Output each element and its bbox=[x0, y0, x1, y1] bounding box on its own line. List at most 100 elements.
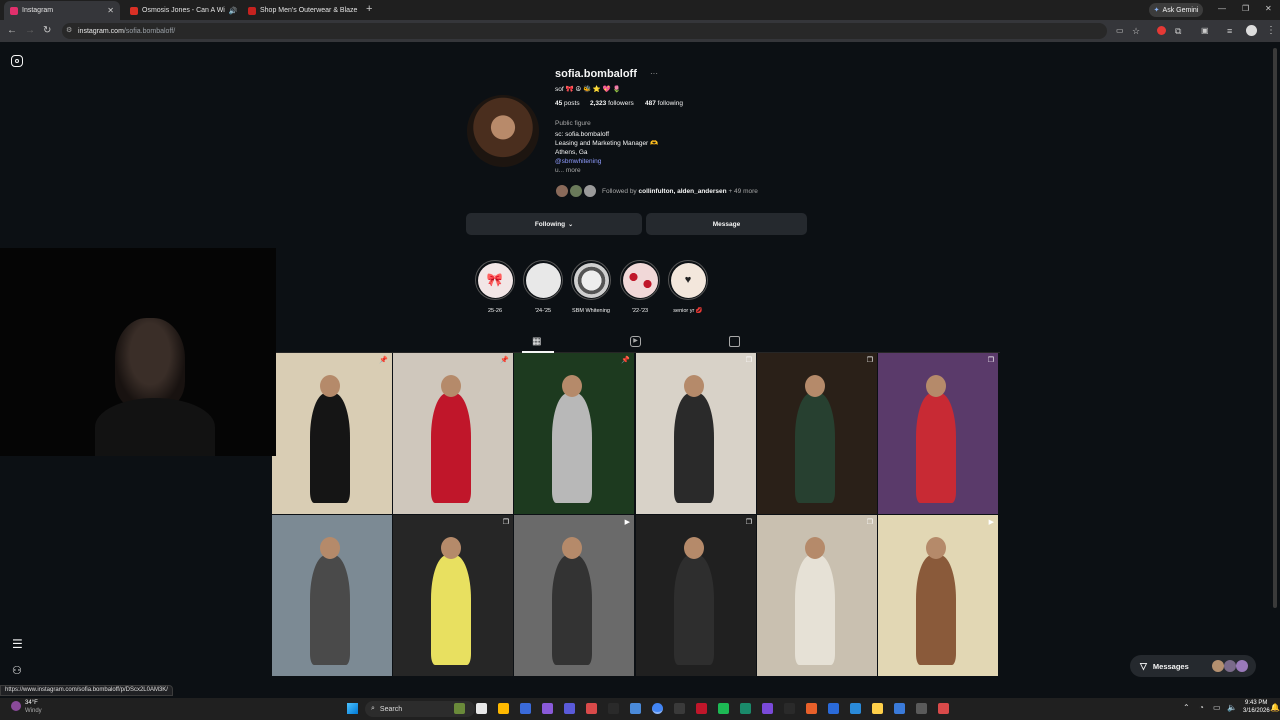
sidebar-icon[interactable]: ▣ bbox=[1201, 25, 1209, 37]
chrome-icon[interactable] bbox=[652, 703, 663, 714]
clock-date[interactable]: 3/16/2026 bbox=[1243, 708, 1270, 714]
post-thumbnail[interactable]: ❐ bbox=[393, 515, 513, 676]
app-icon[interactable] bbox=[564, 703, 575, 714]
site-info-icon[interactable]: ⚙ bbox=[66, 26, 72, 34]
app-icon[interactable] bbox=[696, 703, 707, 714]
app-icon[interactable] bbox=[740, 703, 751, 714]
followed-by-text[interactable]: Followed by collinfulton, alden_andersen… bbox=[602, 187, 758, 196]
close-window-icon[interactable]: ✕ bbox=[1265, 4, 1272, 13]
page-scrollbar[interactable] bbox=[1273, 48, 1277, 608]
post-thumbnail[interactable]: ❐ bbox=[636, 515, 756, 676]
post-thumbnail[interactable]: ❐ bbox=[636, 353, 756, 514]
display-icon[interactable]: ▭ bbox=[1213, 703, 1221, 712]
following-button[interactable]: Following ⌄ bbox=[466, 213, 642, 235]
hamburger-menu-icon[interactable]: ☰ bbox=[12, 637, 23, 651]
forward-arrow-icon[interactable]: → bbox=[25, 25, 35, 37]
app-icon[interactable] bbox=[916, 703, 927, 714]
profile-avatar-icon[interactable] bbox=[1246, 25, 1257, 36]
volume-icon[interactable]: 🔈 bbox=[1227, 703, 1237, 712]
weather-desc[interactable]: Windy bbox=[25, 708, 42, 714]
app-icon[interactable] bbox=[520, 703, 531, 714]
bio-more[interactable]: u... more bbox=[555, 166, 581, 175]
media-control-icon[interactable]: ≡ bbox=[1227, 25, 1232, 37]
bookmark-star-icon[interactable]: ☆ bbox=[1132, 25, 1140, 37]
chevron-up-icon[interactable]: ⌃ bbox=[1183, 703, 1190, 712]
extension-icon[interactable] bbox=[1157, 26, 1166, 35]
ask-gemini-button[interactable]: ✦ Ask Gemini bbox=[1149, 3, 1203, 17]
cast-icon[interactable]: ▭ bbox=[1116, 25, 1124, 37]
tagged-tab-icon[interactable] bbox=[729, 336, 740, 347]
post-thumbnail[interactable]: 📌 bbox=[514, 353, 634, 514]
app-icon[interactable] bbox=[894, 703, 905, 714]
new-tab-button[interactable]: + bbox=[366, 3, 372, 15]
app-icon[interactable] bbox=[630, 703, 641, 714]
file-explorer-icon[interactable] bbox=[476, 703, 487, 714]
weather-temp[interactable]: 34°F bbox=[25, 700, 38, 706]
windows-start-icon[interactable] bbox=[347, 703, 358, 714]
teams-icon[interactable] bbox=[542, 703, 553, 714]
story-highlight[interactable]: '24-'25 bbox=[523, 260, 563, 314]
following-stat[interactable]: 487 following bbox=[645, 100, 683, 107]
app-icon[interactable] bbox=[806, 703, 817, 714]
meta-apps-icon[interactable]: ⚇ bbox=[12, 664, 22, 677]
messages-button[interactable]: ▽ Messages bbox=[1130, 655, 1256, 677]
story-highlight[interactable]: '22-'23 bbox=[620, 260, 660, 314]
story-highlight[interactable]: ♥ senior yr 💋 bbox=[668, 260, 708, 314]
back-arrow-icon[interactable]: ← bbox=[7, 25, 17, 37]
more-link[interactable]: more bbox=[566, 167, 581, 174]
instagram-logo-icon[interactable] bbox=[11, 55, 23, 67]
post-subject-head bbox=[684, 537, 704, 559]
post-thumbnail[interactable]: ❐ bbox=[757, 515, 877, 676]
profile-category: Public figure bbox=[555, 120, 591, 127]
speaker-icon[interactable]: 🔊 bbox=[229, 7, 238, 15]
clock-time[interactable]: 9:43 PM bbox=[1245, 700, 1267, 706]
notifications-icon[interactable]: 🔔 bbox=[1270, 703, 1280, 712]
close-tab-icon[interactable]: ✕ bbox=[107, 6, 114, 15]
mutual-follower-avatars[interactable] bbox=[555, 184, 599, 198]
story-highlight[interactable]: SBM Whitening bbox=[571, 260, 611, 314]
followed-by-prefix: Followed by bbox=[602, 188, 637, 195]
tab-shop[interactable]: Shop Men's Outerwear & Blaze ✕ bbox=[242, 1, 360, 20]
twitch-icon[interactable] bbox=[762, 703, 773, 714]
ask-gemini-label: Ask Gemini bbox=[1162, 6, 1199, 14]
highlight-label: senior yr 💋 bbox=[673, 308, 703, 314]
address-bar[interactable]: ⚙ instagram.com/sofia.bombaloff/ bbox=[62, 23, 1107, 39]
app-icon[interactable] bbox=[674, 703, 685, 714]
extensions-puzzle-icon[interactable]: ⧉ bbox=[1175, 25, 1181, 37]
post-thumbnail[interactable]: ▶ bbox=[878, 515, 998, 676]
post-subject bbox=[552, 393, 592, 503]
post-thumbnail[interactable] bbox=[272, 515, 392, 676]
app-icon[interactable] bbox=[850, 703, 861, 714]
story-highlight[interactable]: 🎀 25-26 bbox=[475, 260, 515, 314]
app-icon[interactable] bbox=[828, 703, 839, 714]
reels-tab-icon[interactable]: ▶ bbox=[630, 336, 641, 347]
posts-grid-tab-icon[interactable]: ▦ bbox=[532, 336, 541, 347]
post-thumbnail[interactable]: 📌 bbox=[272, 353, 392, 514]
followers-stat[interactable]: 2,323 followers bbox=[590, 100, 634, 107]
send-icon: ▽ bbox=[1140, 660, 1147, 671]
reload-icon[interactable]: ↻ bbox=[43, 25, 51, 37]
tab-instagram[interactable]: Instagram ✕ bbox=[4, 1, 120, 20]
minimize-window-icon[interactable]: — bbox=[1218, 4, 1226, 13]
more-options-icon[interactable]: ··· bbox=[650, 69, 658, 78]
maximize-window-icon[interactable]: ❐ bbox=[1242, 4, 1249, 13]
app-icon[interactable] bbox=[454, 703, 465, 714]
app-icon[interactable] bbox=[784, 703, 795, 714]
chrome-menu-icon[interactable]: ⋮ bbox=[1266, 25, 1276, 37]
tray-icon[interactable]: ◔ bbox=[1199, 703, 1204, 712]
weather-icon[interactable] bbox=[11, 701, 21, 711]
post-thumbnail[interactable]: ❐ bbox=[878, 353, 998, 514]
steam-icon[interactable] bbox=[608, 703, 619, 714]
profile-avatar[interactable] bbox=[467, 95, 539, 167]
app-icon[interactable] bbox=[938, 703, 949, 714]
tab-youtube[interactable]: Osmosis Jones - Can A Wi 🔊 ✕ bbox=[124, 1, 238, 20]
post-thumbnail[interactable]: 📌 bbox=[393, 353, 513, 514]
bio-link[interactable]: @sbmwhitening bbox=[555, 157, 601, 166]
post-thumbnail[interactable]: ▶ bbox=[514, 515, 634, 676]
spotify-icon[interactable] bbox=[718, 703, 729, 714]
app-icon[interactable] bbox=[498, 703, 509, 714]
folder-icon[interactable] bbox=[872, 703, 883, 714]
message-button[interactable]: Message bbox=[646, 213, 807, 235]
app-icon[interactable] bbox=[586, 703, 597, 714]
post-thumbnail[interactable]: ❐ bbox=[757, 353, 877, 514]
